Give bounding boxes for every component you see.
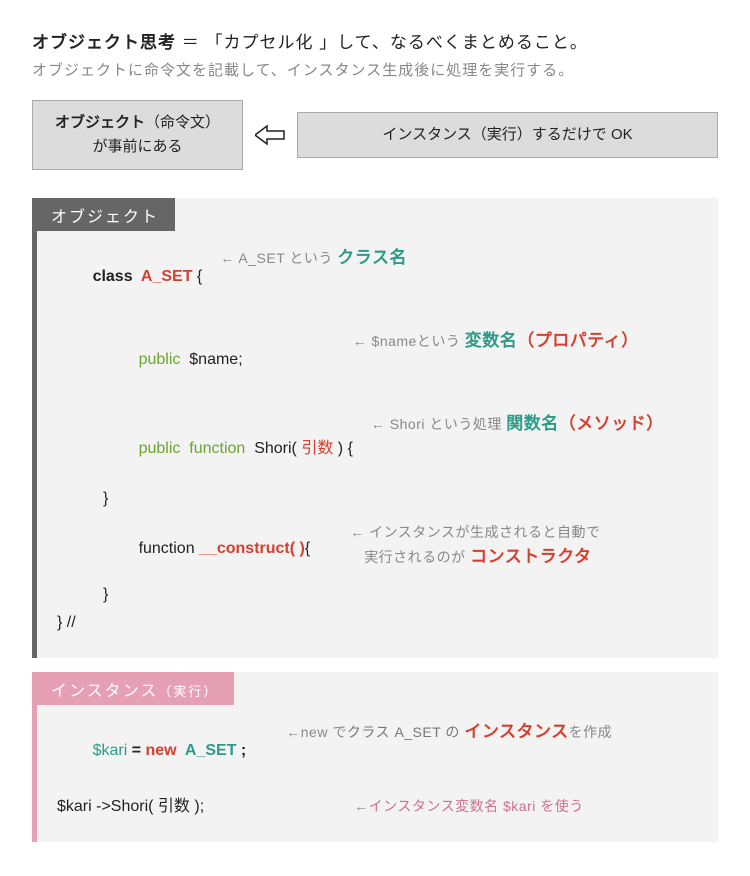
arrow-left-icon bbox=[255, 124, 285, 146]
kw-public2: public bbox=[139, 440, 190, 457]
code-new-instance: $kari = new A_SET ; ←new でクラス A_SET の イン… bbox=[57, 717, 700, 778]
instance-panel: インスタンス（実行） $kari = new A_SET ; ←new でクラス… bbox=[32, 672, 718, 842]
kw-new: new bbox=[145, 742, 184, 759]
comment-construct-l1: ← インスタンスが生成されると自動で bbox=[350, 524, 600, 540]
object-premise-line1: オブジェクト（命令文） bbox=[55, 111, 220, 135]
comment-construct: ← インスタンスが生成されると自動で 実行されるのが コンストラクタ bbox=[350, 522, 600, 567]
kw-class: class bbox=[93, 268, 141, 285]
code-construct: function __construct( ){ ← インスタンスが生成されると… bbox=[57, 522, 700, 576]
object-premise-strong: オブジェクト bbox=[55, 114, 145, 131]
kw-public1: public bbox=[139, 351, 190, 368]
kw-function1: function bbox=[189, 440, 254, 457]
comment-class-pre: ← A_SET という bbox=[220, 250, 337, 266]
comment-method-pre: ← Shori という処理 bbox=[371, 416, 506, 432]
inst-call: $kari ->Shori( 引数 ); bbox=[57, 792, 204, 816]
kw-function2: function bbox=[139, 540, 199, 557]
comment-method-key: 関数名 bbox=[506, 414, 559, 433]
heading-term: オブジェクト思考 bbox=[32, 33, 176, 52]
construct-brace: { bbox=[305, 540, 310, 557]
comment-new-key: インスタンス bbox=[464, 722, 568, 741]
instance-action-text: インスタンス（実行）するだけで OK bbox=[382, 126, 632, 143]
code-class-decl: class A_SET { ← A_SET という クラス名 bbox=[57, 243, 700, 304]
code-method-close: } bbox=[57, 490, 700, 508]
comment-property: ← $nameという 変数名（プロパティ） bbox=[353, 326, 639, 351]
brace-close2: } bbox=[103, 586, 108, 604]
instance-title-main: インスタンス bbox=[51, 683, 158, 700]
brace-close3: } // bbox=[57, 614, 76, 632]
concept-boxes-row: オブジェクト（命令文） が事前にある インスタンス（実行）するだけで OK bbox=[32, 100, 718, 170]
code-construct-close: } bbox=[57, 586, 700, 604]
object-premise-line2: が事前にある bbox=[55, 135, 220, 159]
method-arg: 引数 bbox=[301, 440, 333, 457]
heading-rest: 「カプセル化 」して、なるべくまとめること。 bbox=[205, 33, 587, 52]
comment-new-pre: ←new で bbox=[286, 724, 347, 740]
object-panel: オブジェクト class A_SET { ← A_SET という クラス名 pu… bbox=[32, 198, 718, 658]
comment-construct-key: コンストラクタ bbox=[470, 547, 591, 566]
comment-prop-key: 変数名 bbox=[465, 331, 518, 350]
object-premise-box: オブジェクト（命令文） が事前にある bbox=[32, 100, 243, 170]
comment-class: ← A_SET という クラス名 bbox=[220, 243, 407, 268]
instance-panel-title: インスタンス（実行） bbox=[37, 672, 234, 705]
brace-open: { bbox=[192, 268, 202, 285]
object-premise-paren: （命令文） bbox=[145, 114, 220, 131]
construct-name: __construct( ) bbox=[199, 540, 305, 557]
instance-title-sub: （実行） bbox=[158, 684, 218, 699]
method-name: Shori( bbox=[254, 440, 301, 457]
comment-call-pink: インスタンス変数名 $kari を使う bbox=[369, 798, 584, 814]
inst-var: $kari bbox=[93, 742, 128, 759]
comment-prop-pre: ← $nameという bbox=[353, 333, 465, 349]
comment-method: ← Shori という処理 関数名（メソッド） bbox=[371, 409, 664, 434]
comment-prop-paren: （プロパティ） bbox=[517, 331, 638, 350]
object-panel-title: オブジェクト bbox=[37, 198, 175, 231]
inst-semi: ; bbox=[241, 742, 246, 759]
comment-call: ←インスタンス変数名 $kari を使う bbox=[354, 796, 584, 816]
comment-new-post: を作成 bbox=[569, 724, 613, 740]
comment-method-paren: （メソッド） bbox=[559, 414, 664, 433]
instance-action-box: インスタンス（実行）するだけで OK bbox=[297, 112, 718, 158]
code-call-method: $kari ->Shori( 引数 ); ←インスタンス変数名 $kari を使… bbox=[57, 792, 700, 816]
method-close: ) { bbox=[333, 440, 353, 457]
class-name: A_SET bbox=[141, 268, 193, 285]
comment-new: ←new でクラス A_SET の インスタンスを作成 bbox=[286, 717, 612, 742]
inst-eq: = bbox=[127, 742, 145, 759]
comment-class-key: クラス名 bbox=[337, 248, 407, 267]
comment-new-mid: クラス A_SET の bbox=[347, 724, 465, 740]
code-property: public $name; ← $nameという 変数名（プロパティ） bbox=[57, 326, 700, 387]
comment-call-pre: ← bbox=[354, 798, 369, 814]
var-name: $name; bbox=[189, 351, 242, 368]
heading-eq: ＝ bbox=[182, 33, 206, 52]
instance-panel-body: $kari = new A_SET ; ←new でクラス A_SET の イン… bbox=[37, 705, 718, 830]
subtitle: オブジェクトに命令文を記載して、インスタンス生成後に処理を実行する。 bbox=[32, 59, 718, 80]
heading-line: オブジェクト思考 ＝ 「カプセル化 」して、なるべくまとめること。 bbox=[32, 28, 718, 53]
inst-class: A_SET bbox=[185, 742, 241, 759]
code-method: public function Shori( 引数 ) { ← Shori とい… bbox=[57, 409, 700, 476]
comment-construct-l2: 実行されるのが bbox=[350, 549, 470, 565]
code-class-close: } // bbox=[57, 614, 700, 632]
object-panel-body: class A_SET { ← A_SET という クラス名 public $n… bbox=[37, 231, 718, 646]
brace-close1: } bbox=[103, 490, 108, 508]
